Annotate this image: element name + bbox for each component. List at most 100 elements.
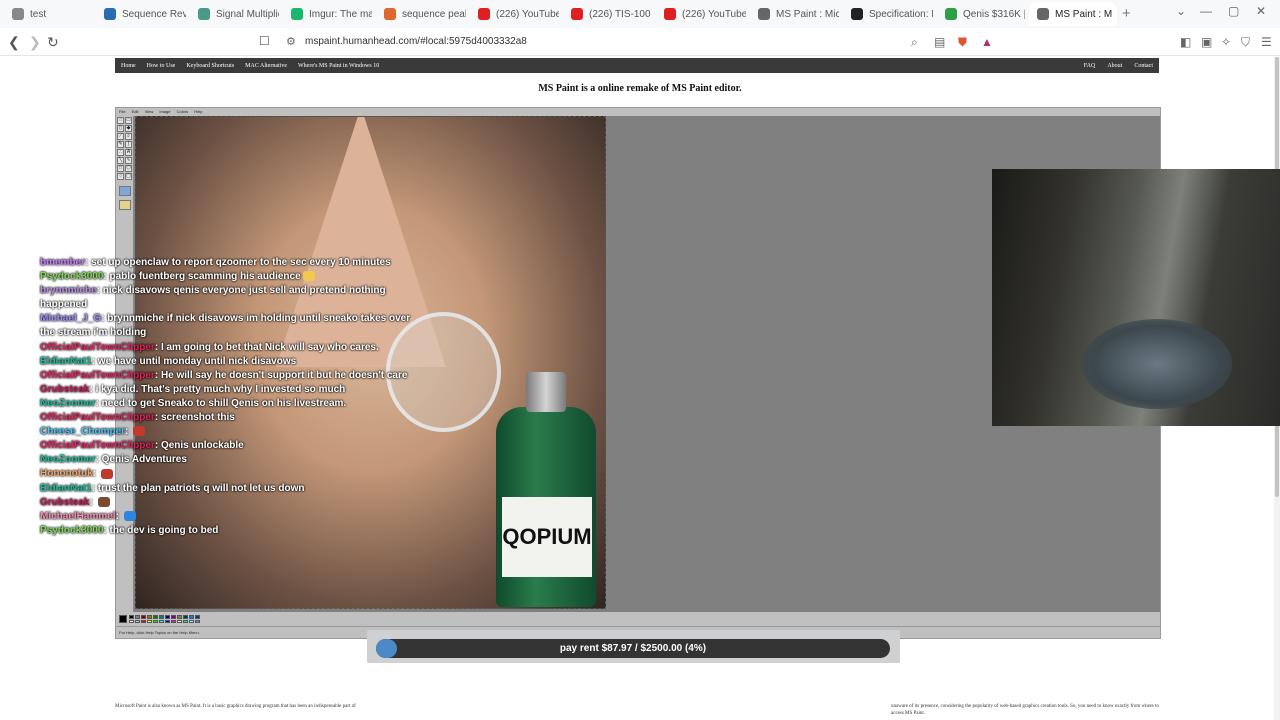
nav-how-to-use[interactable]: How to Use bbox=[147, 63, 176, 69]
color-swatch[interactable] bbox=[177, 615, 182, 619]
color-swatch[interactable] bbox=[135, 620, 140, 623]
color-swatch[interactable] bbox=[147, 620, 152, 623]
color-swatch[interactable] bbox=[153, 620, 158, 623]
fill-tool-icon[interactable]: ◆ bbox=[125, 125, 132, 132]
chat-username[interactable]: NeoZoomer bbox=[40, 398, 96, 409]
back-arrow-icon[interactable]: ❮ bbox=[8, 34, 20, 51]
color-swatch[interactable] bbox=[129, 615, 134, 619]
color-swatch[interactable] bbox=[135, 615, 140, 619]
tool-option-2-icon[interactable] bbox=[119, 200, 131, 210]
bookmark-icon[interactable]: ☐ bbox=[259, 34, 270, 48]
text-tool-icon[interactable]: A bbox=[125, 149, 132, 156]
airbrush-tool-icon[interactable]: ∴ bbox=[117, 149, 124, 156]
tab[interactable]: Qenis $316K | P bbox=[937, 2, 1025, 26]
color-swatch[interactable] bbox=[141, 620, 146, 623]
new-tab-button[interactable]: + bbox=[1122, 5, 1131, 22]
reader-mode-icon[interactable]: ▤ bbox=[934, 35, 945, 49]
menu-edit[interactable]: Edit bbox=[132, 109, 139, 114]
omnibox[interactable]: ⚙ mspaint.humanhead.com/#local:5975d4003… bbox=[278, 31, 1000, 53]
color-swatch[interactable] bbox=[165, 615, 170, 619]
tab[interactable]: MS Paint : Micro bbox=[750, 2, 839, 26]
chat-username[interactable]: Psydock3000 bbox=[40, 271, 103, 282]
wallet-icon[interactable]: ▣ bbox=[1201, 35, 1212, 49]
color-swatch[interactable] bbox=[147, 615, 152, 619]
tab[interactable]: Sequence Rever bbox=[96, 2, 186, 26]
tab[interactable]: sequence peak o bbox=[376, 2, 466, 26]
pencil-tool-icon[interactable]: ✎ bbox=[117, 141, 124, 148]
chat-username[interactable]: OfficialPaulTownClipper bbox=[40, 440, 155, 451]
current-color-swatch[interactable] bbox=[119, 615, 127, 623]
color-swatch[interactable] bbox=[183, 615, 188, 619]
chat-username[interactable]: brynnmiche bbox=[40, 285, 97, 296]
color-swatch[interactable] bbox=[183, 620, 188, 623]
brave-rewards-icon[interactable]: ▲ bbox=[981, 35, 993, 49]
brave-shield-icon[interactable]: ⛊ bbox=[958, 35, 967, 50]
sidebar-icon[interactable]: ◧ bbox=[1180, 35, 1191, 49]
line-tool-icon[interactable]: ╲ bbox=[117, 157, 124, 164]
tab[interactable]: (226) YouTube bbox=[470, 2, 559, 26]
tab[interactable]: Signal Multiplier bbox=[190, 2, 279, 26]
rectangle-tool-icon[interactable]: □ bbox=[117, 165, 124, 172]
eraser-tool-icon[interactable]: ▯ bbox=[117, 125, 124, 132]
tab-search-icon[interactable]: ⌄ bbox=[1176, 4, 1186, 18]
color-swatch[interactable] bbox=[153, 615, 158, 619]
tab[interactable]: (226) TIS-100 Ep bbox=[563, 2, 652, 26]
vpn-icon[interactable]: ⛉ bbox=[1241, 35, 1250, 50]
chat-username[interactable]: Michael_J_G bbox=[40, 313, 101, 324]
brush-tool-icon[interactable]: ⟆ bbox=[125, 141, 132, 148]
menu-colors[interactable]: Colors bbox=[177, 109, 189, 114]
curve-tool-icon[interactable]: ∿ bbox=[125, 157, 132, 164]
rounded-rect-tool-icon[interactable]: ▢ bbox=[125, 173, 132, 180]
tab[interactable]: Imgur: The mag bbox=[283, 2, 372, 26]
tab[interactable]: test bbox=[4, 2, 92, 26]
menu-help[interactable]: Help bbox=[194, 109, 202, 114]
menu-file[interactable]: File bbox=[119, 109, 125, 114]
minimize-icon[interactable]: — bbox=[1200, 4, 1212, 18]
tab[interactable]: Specification: N bbox=[843, 2, 933, 26]
color-swatch[interactable] bbox=[165, 620, 170, 623]
color-swatch[interactable] bbox=[141, 615, 146, 619]
window-close-icon[interactable]: ✕ bbox=[1256, 4, 1266, 18]
chat-username[interactable]: Cheese_Chomper bbox=[40, 426, 125, 437]
chat-username[interactable]: MichaelHammel bbox=[40, 511, 116, 522]
free-select-tool-icon[interactable]: ☆ bbox=[117, 117, 124, 124]
nav-faq[interactable]: FAQ bbox=[1084, 63, 1096, 69]
color-swatch[interactable] bbox=[129, 620, 134, 623]
nav-home[interactable]: Home bbox=[121, 63, 136, 69]
chat-username[interactable]: OfficialPaulTownClipper bbox=[40, 370, 155, 381]
nav-mac-alternative[interactable]: MAC Alternative bbox=[245, 63, 287, 69]
maximize-icon[interactable]: ▢ bbox=[1228, 4, 1239, 18]
color-swatch[interactable] bbox=[189, 615, 194, 619]
menu-view[interactable]: View bbox=[145, 109, 154, 114]
color-swatch[interactable] bbox=[189, 620, 194, 623]
magnifier-tool-icon[interactable]: ⌕ bbox=[125, 133, 132, 140]
chat-username[interactable]: bmember bbox=[40, 257, 85, 268]
chat-username[interactable]: Psydock3000 bbox=[40, 525, 103, 536]
chat-username[interactable]: OfficialPaulTownClipper bbox=[40, 342, 155, 353]
chat-username[interactable]: NeoZoomer bbox=[40, 454, 96, 465]
zoom-icon[interactable]: ⌕ bbox=[911, 35, 918, 50]
chat-username[interactable]: Grubsteak bbox=[40, 497, 89, 508]
nav-about[interactable]: About bbox=[1107, 63, 1122, 69]
nav-contact[interactable]: Contact bbox=[1134, 63, 1153, 69]
tab[interactable]: (226) YouTube bbox=[656, 2, 746, 26]
nav-keyboard-shortcuts[interactable]: Keyboard Shortcuts bbox=[186, 63, 234, 69]
chat-username[interactable]: EldianNat1 bbox=[40, 356, 92, 367]
reload-icon[interactable]: ↻ bbox=[47, 34, 59, 51]
menu-image[interactable]: Image bbox=[159, 109, 170, 114]
color-swatch[interactable] bbox=[195, 620, 200, 623]
color-swatch[interactable] bbox=[159, 620, 164, 623]
chat-username[interactable]: Hononotuk bbox=[40, 468, 93, 479]
polygon-tool-icon[interactable]: ⬠ bbox=[125, 165, 132, 172]
color-swatch[interactable] bbox=[195, 615, 200, 619]
color-swatch[interactable] bbox=[177, 620, 182, 623]
menu-icon[interactable]: ☰ bbox=[1261, 35, 1272, 49]
forward-arrow-icon[interactable]: ❯ bbox=[29, 34, 41, 51]
site-info-icon[interactable]: ⚙ bbox=[286, 35, 296, 48]
ellipse-tool-icon[interactable]: ○ bbox=[117, 173, 124, 180]
chat-username[interactable]: Grubsteak bbox=[40, 384, 89, 395]
tool-option-icon[interactable] bbox=[119, 186, 131, 196]
color-swatch[interactable] bbox=[159, 615, 164, 619]
leo-ai-icon[interactable]: ✧ bbox=[1221, 35, 1231, 49]
nav-where-windows-10[interactable]: Where's MS Paint in Windows 10 bbox=[298, 63, 379, 69]
